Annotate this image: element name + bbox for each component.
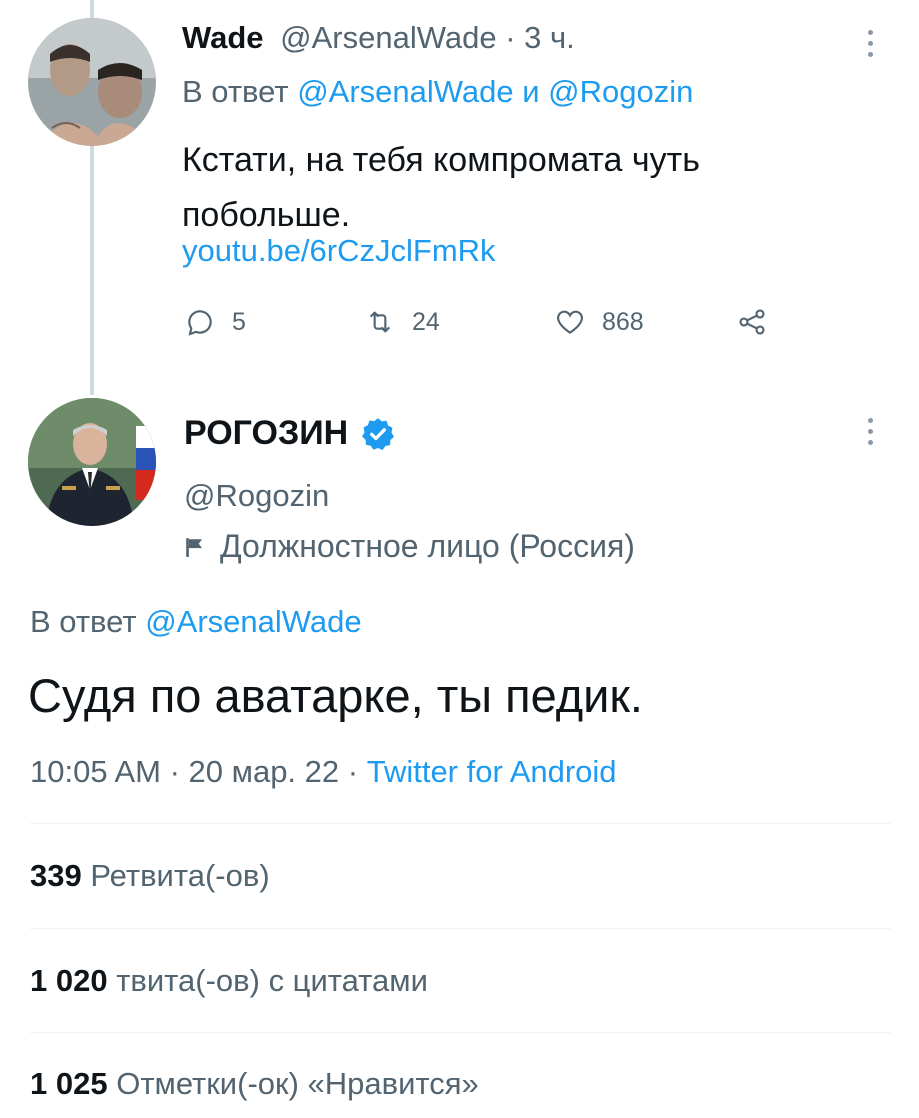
retweets-stat-label: Ретвита(-ов) <box>90 858 270 893</box>
divider <box>30 928 891 929</box>
main-mention-link[interactable]: @ArsenalWade <box>145 604 361 639</box>
like-count: 868 <box>602 307 644 336</box>
more-icon[interactable] <box>866 418 874 452</box>
like-icon <box>557 310 583 334</box>
likes-stat-count: 1 025 <box>30 1066 108 1101</box>
avatar-rogozin-image <box>28 398 156 526</box>
main-author-row: РОГОЗИН <box>184 414 396 453</box>
reply-icon <box>188 310 212 336</box>
tweet-actions-bar: 5 24 868 <box>184 306 784 346</box>
quote-tweets-stat[interactable]: 1 020 твита(-ов) с цитатами <box>30 963 428 999</box>
more-icon[interactable] <box>866 30 874 64</box>
retweet-count: 24 <box>412 307 440 336</box>
government-label-text: Должностное лицо (Россия) <box>220 528 635 564</box>
divider <box>30 823 891 824</box>
likes-stat[interactable]: 1 025 Отметки(-ок) «Нравится» <box>30 1066 479 1102</box>
avatar-rogozin[interactable] <box>28 398 156 526</box>
reply-context: В ответ @ArsenalWade и @Rogozin <box>182 74 693 110</box>
youtube-link[interactable]: youtu.be/6rCzJclFmRk <box>182 233 496 269</box>
mention-link-1[interactable]: @ArsenalWade <box>297 74 513 109</box>
meta-separator-1: · <box>160 754 189 789</box>
reply-prefix: В ответ <box>182 74 298 109</box>
tweet-time[interactable]: 3 ч. <box>524 20 575 55</box>
main-reply-prefix: В ответ <box>30 604 146 639</box>
reply-count: 5 <box>232 307 246 336</box>
retweet-icon <box>369 311 391 333</box>
avatar-wade[interactable] <box>28 18 156 146</box>
share-icon <box>739 309 765 335</box>
reply-header: Wade @ArsenalWade · 3 ч. <box>182 20 575 56</box>
author-name[interactable]: Wade <box>182 20 264 55</box>
like-button[interactable]: 868 <box>554 306 644 338</box>
reply-tweet-text: Кстати, на тебя компромата чуть побольше… <box>182 141 700 234</box>
retweets-stat[interactable]: 339 Ретвита(-ов) <box>30 858 270 894</box>
retweets-stat-count: 339 <box>30 858 82 893</box>
quote-tweets-stat-label: твита(-ов) с цитатами <box>116 963 428 998</box>
main-author-name[interactable]: РОГОЗИН <box>184 414 348 453</box>
tweet-meta: 10:05 AM · 20 мар. 22 · Twitter for Andr… <box>30 754 617 790</box>
header-separator: · <box>496 20 525 55</box>
reply-join: и <box>513 74 549 109</box>
tweet-source-link[interactable]: Twitter for Android <box>367 754 617 789</box>
mention-link-2[interactable]: @Rogozin <box>548 74 693 109</box>
share-button[interactable] <box>736 306 768 338</box>
meta-separator-2: · <box>339 754 367 789</box>
likes-stat-label: Отметки(-ок) «Нравится» <box>116 1066 479 1101</box>
main-tweet-text: Судя по аватарке, ты педик. <box>28 669 643 722</box>
avatar-wade-image <box>28 18 156 146</box>
main-reply-context: В ответ @ArsenalWade <box>30 604 362 640</box>
reply-button[interactable]: 5 <box>184 306 246 338</box>
divider <box>30 1032 891 1033</box>
main-tweet-date[interactable]: 20 мар. 22 <box>189 754 340 789</box>
main-author-handle[interactable]: @Rogozin <box>184 478 329 514</box>
retweet-button[interactable]: 24 <box>364 306 440 338</box>
author-handle[interactable]: @ArsenalWade <box>280 20 496 55</box>
main-tweet-time[interactable]: 10:05 AM <box>30 754 161 789</box>
flag-icon <box>186 537 203 557</box>
government-label[interactable]: Должностное лицо (Россия) <box>184 528 635 565</box>
quote-tweets-stat-count: 1 020 <box>30 963 108 998</box>
verified-badge-icon <box>362 417 395 450</box>
